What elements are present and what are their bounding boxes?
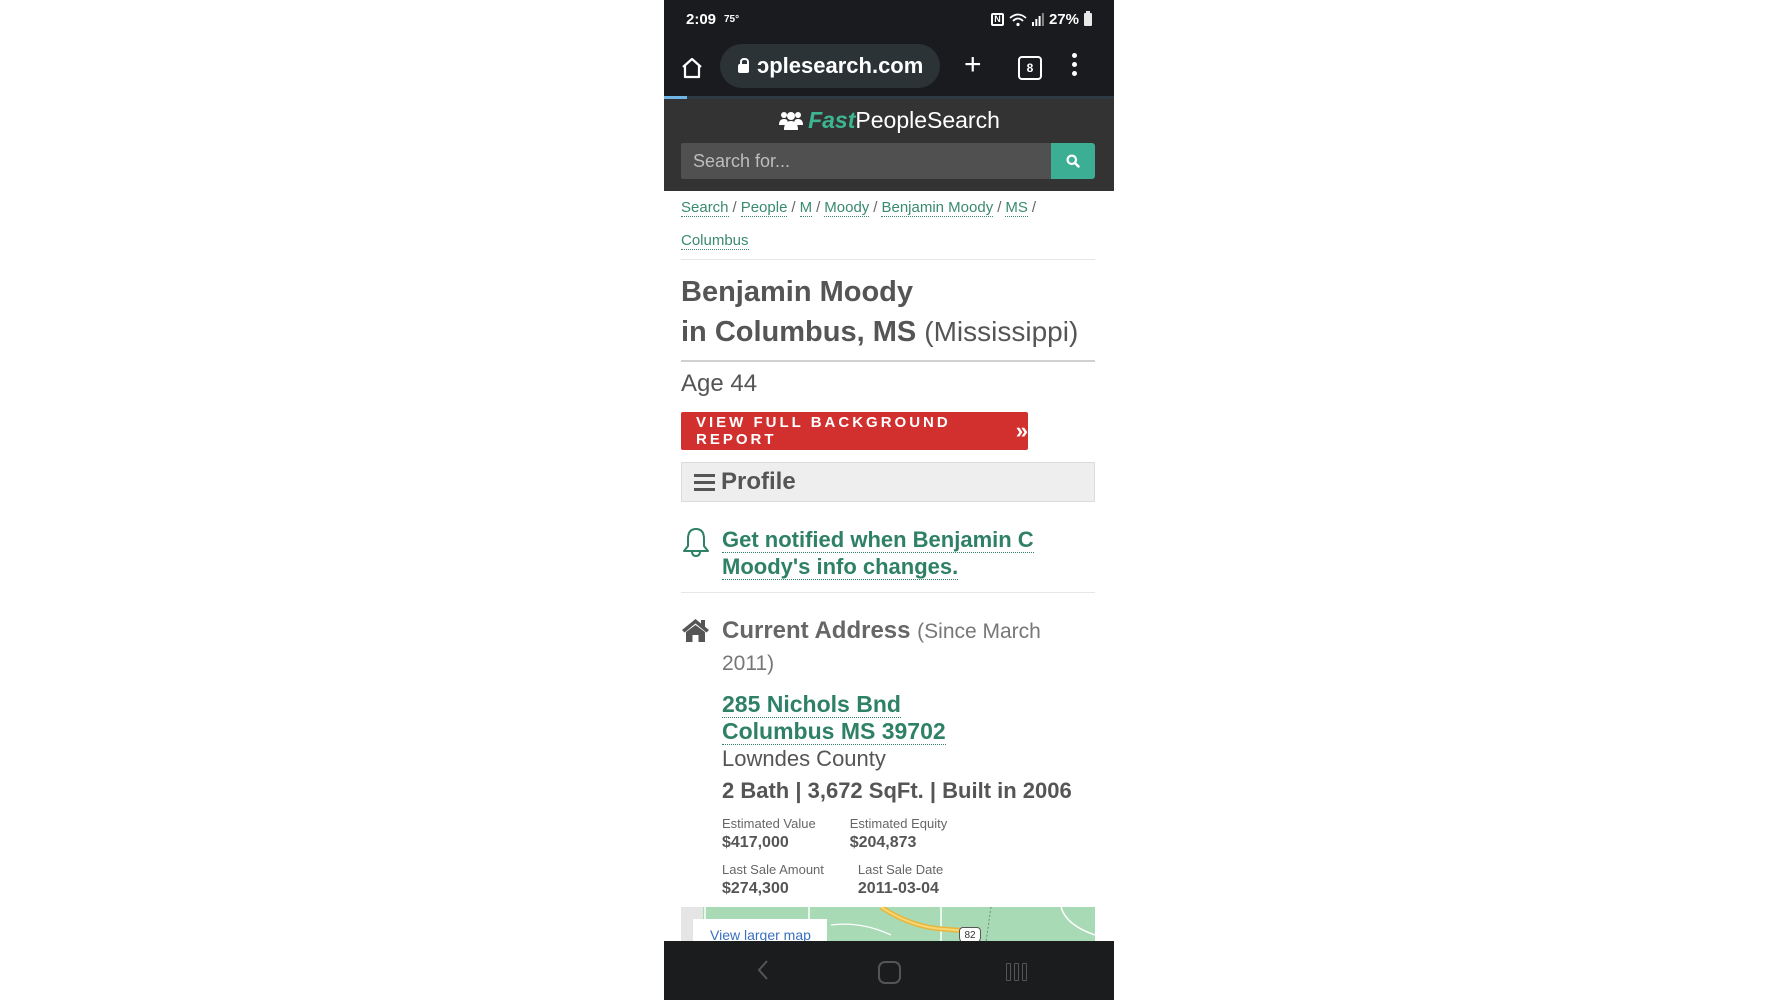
breadcrumb-city[interactable]: Columbus (681, 232, 749, 250)
last-sale-date-value: 2011-03-04 (857, 880, 939, 897)
notify-row: Get notified when Benjamin C Moody's inf… (681, 526, 1095, 580)
more-menu-icon[interactable] (1072, 53, 1078, 76)
lock-icon (738, 57, 749, 73)
site-search (681, 143, 1095, 179)
browser-toolbar: ɔplesearch.com + 8 (664, 40, 1114, 97)
bell-icon (683, 528, 709, 558)
sale-info-row: Last Sale Amount $274,300 Last Sale Date… (722, 861, 1095, 899)
property-values-row: Estimated Value $417,000 Estimated Equit… (722, 815, 1095, 853)
report-button-label: VIEW FULL BACKGROUND REPORT (696, 414, 951, 448)
address-link[interactable]: 285 Nichols Bnd Columbus MS 39702 (722, 691, 1095, 745)
address-bar[interactable]: ɔplesearch.com (720, 44, 940, 88)
url-text: ɔplesearch.com (757, 53, 924, 78)
address-county: Lowndes County (722, 746, 886, 771)
person-name: Benjamin Moody (681, 276, 914, 308)
view-full-report-button[interactable]: VIEW FULL BACKGROUND REPORT » (681, 412, 1028, 450)
view-larger-map-link[interactable]: View larger map (693, 919, 827, 942)
current-address-body: Current Address (Since March 2011) 285 N… (722, 615, 1095, 899)
breadcrumb-separator: / (997, 199, 1002, 216)
people-group-icon (779, 112, 804, 130)
breadcrumb-full-name[interactable]: Benjamin Moody (881, 199, 994, 217)
address-map[interactable]: View larger map 82 (681, 907, 1095, 942)
site-header: FastPeopleSearch (664, 99, 1114, 191)
list-icon (694, 473, 715, 491)
current-address-heading: Current Address (Since March 2011) (722, 615, 1095, 679)
estimated-value: Estimated Value $417,000 (722, 815, 816, 853)
divider (681, 259, 1095, 260)
search-input[interactable] (681, 143, 1051, 179)
back-icon[interactable] (756, 959, 770, 981)
breadcrumb-separator: / (816, 199, 821, 216)
breadcrumb-separator: / (732, 199, 737, 216)
last-sale-date: Last Sale Date 2011-03-04 (858, 861, 943, 899)
last-sale-date-label: Last Sale Date (857, 862, 944, 877)
page-title: Benjamin Moody in Columbus, MS (Mississi… (681, 272, 1095, 352)
divider (681, 592, 1095, 593)
status-icons: N 27% (990, 11, 1092, 28)
wifi-icon (1009, 13, 1027, 26)
current-address-section: Current Address (Since March 2011) 285 N… (681, 615, 1095, 899)
divider (681, 360, 1095, 362)
last-sale-amount-value: $274,300 (722, 880, 789, 897)
home-nav-icon[interactable] (878, 961, 901, 984)
battery-icon (1084, 11, 1092, 26)
status-time: 2:09 (686, 11, 717, 28)
breadcrumb-letter[interactable]: M (799, 199, 813, 217)
estimated-equity-amount: $204,873 (849, 834, 917, 851)
profile-section-header[interactable]: Profile (681, 462, 1095, 502)
tab-switcher-button[interactable]: 8 (1018, 56, 1042, 80)
route-shield: 82 (959, 927, 981, 942)
person-state-full: (Mississippi) (924, 316, 1079, 347)
estimated-value-label: Estimated Value (722, 816, 816, 831)
current-address-title: Current Address (722, 617, 911, 644)
house-icon (682, 619, 709, 642)
property-facts: 2 Bath | 3,672 SqFt. | Built in 2006 (722, 778, 1072, 803)
logo-brand-text: PeopleSearch (855, 107, 1000, 133)
breadcrumb-people[interactable]: People (740, 199, 788, 217)
phone-screen: 2:09 75° N 27% ɔplesearch.com + 8 FastPe… (664, 0, 1114, 1000)
signal-icon (1031, 13, 1044, 26)
notify-line-1: Get notified when Benjamin C (722, 527, 1034, 553)
breadcrumb-separator: / (1031, 199, 1037, 216)
person-age: Age 44 (681, 370, 758, 397)
breadcrumb: Search / People / M / Moody / Benjamin Moody / MS /… (681, 191, 1095, 257)
estimated-equity: Estimated Equity $204,873 (850, 815, 948, 853)
breadcrumb-separator: / (791, 199, 796, 216)
status-temperature: 75° (724, 14, 740, 25)
last-sale-amount-label: Last Sale Amount (722, 862, 824, 877)
breadcrumb-search[interactable]: Search (681, 199, 729, 217)
status-bar: 2:09 75° N 27% (664, 0, 1114, 40)
double-chevron-right-icon: » (1015, 418, 1028, 443)
home-icon[interactable] (678, 54, 706, 82)
battery-percent: 27% (1048, 11, 1079, 28)
search-icon (1066, 154, 1080, 168)
breadcrumb-surname[interactable]: Moody (824, 199, 870, 217)
notify-link[interactable]: Get notified when Benjamin C Moody's inf… (722, 526, 1034, 580)
android-nav-bar (664, 941, 1114, 1000)
site-logo[interactable]: FastPeopleSearch (664, 107, 1114, 134)
estimated-value-amount: $417,000 (722, 834, 789, 851)
profile-title: Profile (721, 468, 796, 495)
address-street: 285 Nichols Bnd (722, 691, 901, 718)
notify-line-2: Moody's info changes. (722, 554, 959, 580)
new-tab-icon[interactable]: + (964, 50, 982, 80)
logo-fast-text: Fast (808, 107, 856, 133)
breadcrumb-separator: / (873, 199, 878, 216)
breadcrumb-state[interactable]: MS (1005, 199, 1028, 217)
search-button[interactable] (1051, 143, 1095, 179)
recent-apps-icon[interactable] (1006, 963, 1027, 981)
person-location: in Columbus, MS (681, 316, 917, 348)
last-sale-amount: Last Sale Amount $274,300 (722, 861, 824, 899)
estimated-equity-label: Estimated Equity (849, 816, 948, 831)
page-content: Search / People / M / Moody / Benjamin Moody / MS /… (681, 191, 1095, 899)
address-city-state-zip: Columbus MS 39702 (722, 718, 946, 745)
nfc-icon: N (990, 13, 1004, 26)
